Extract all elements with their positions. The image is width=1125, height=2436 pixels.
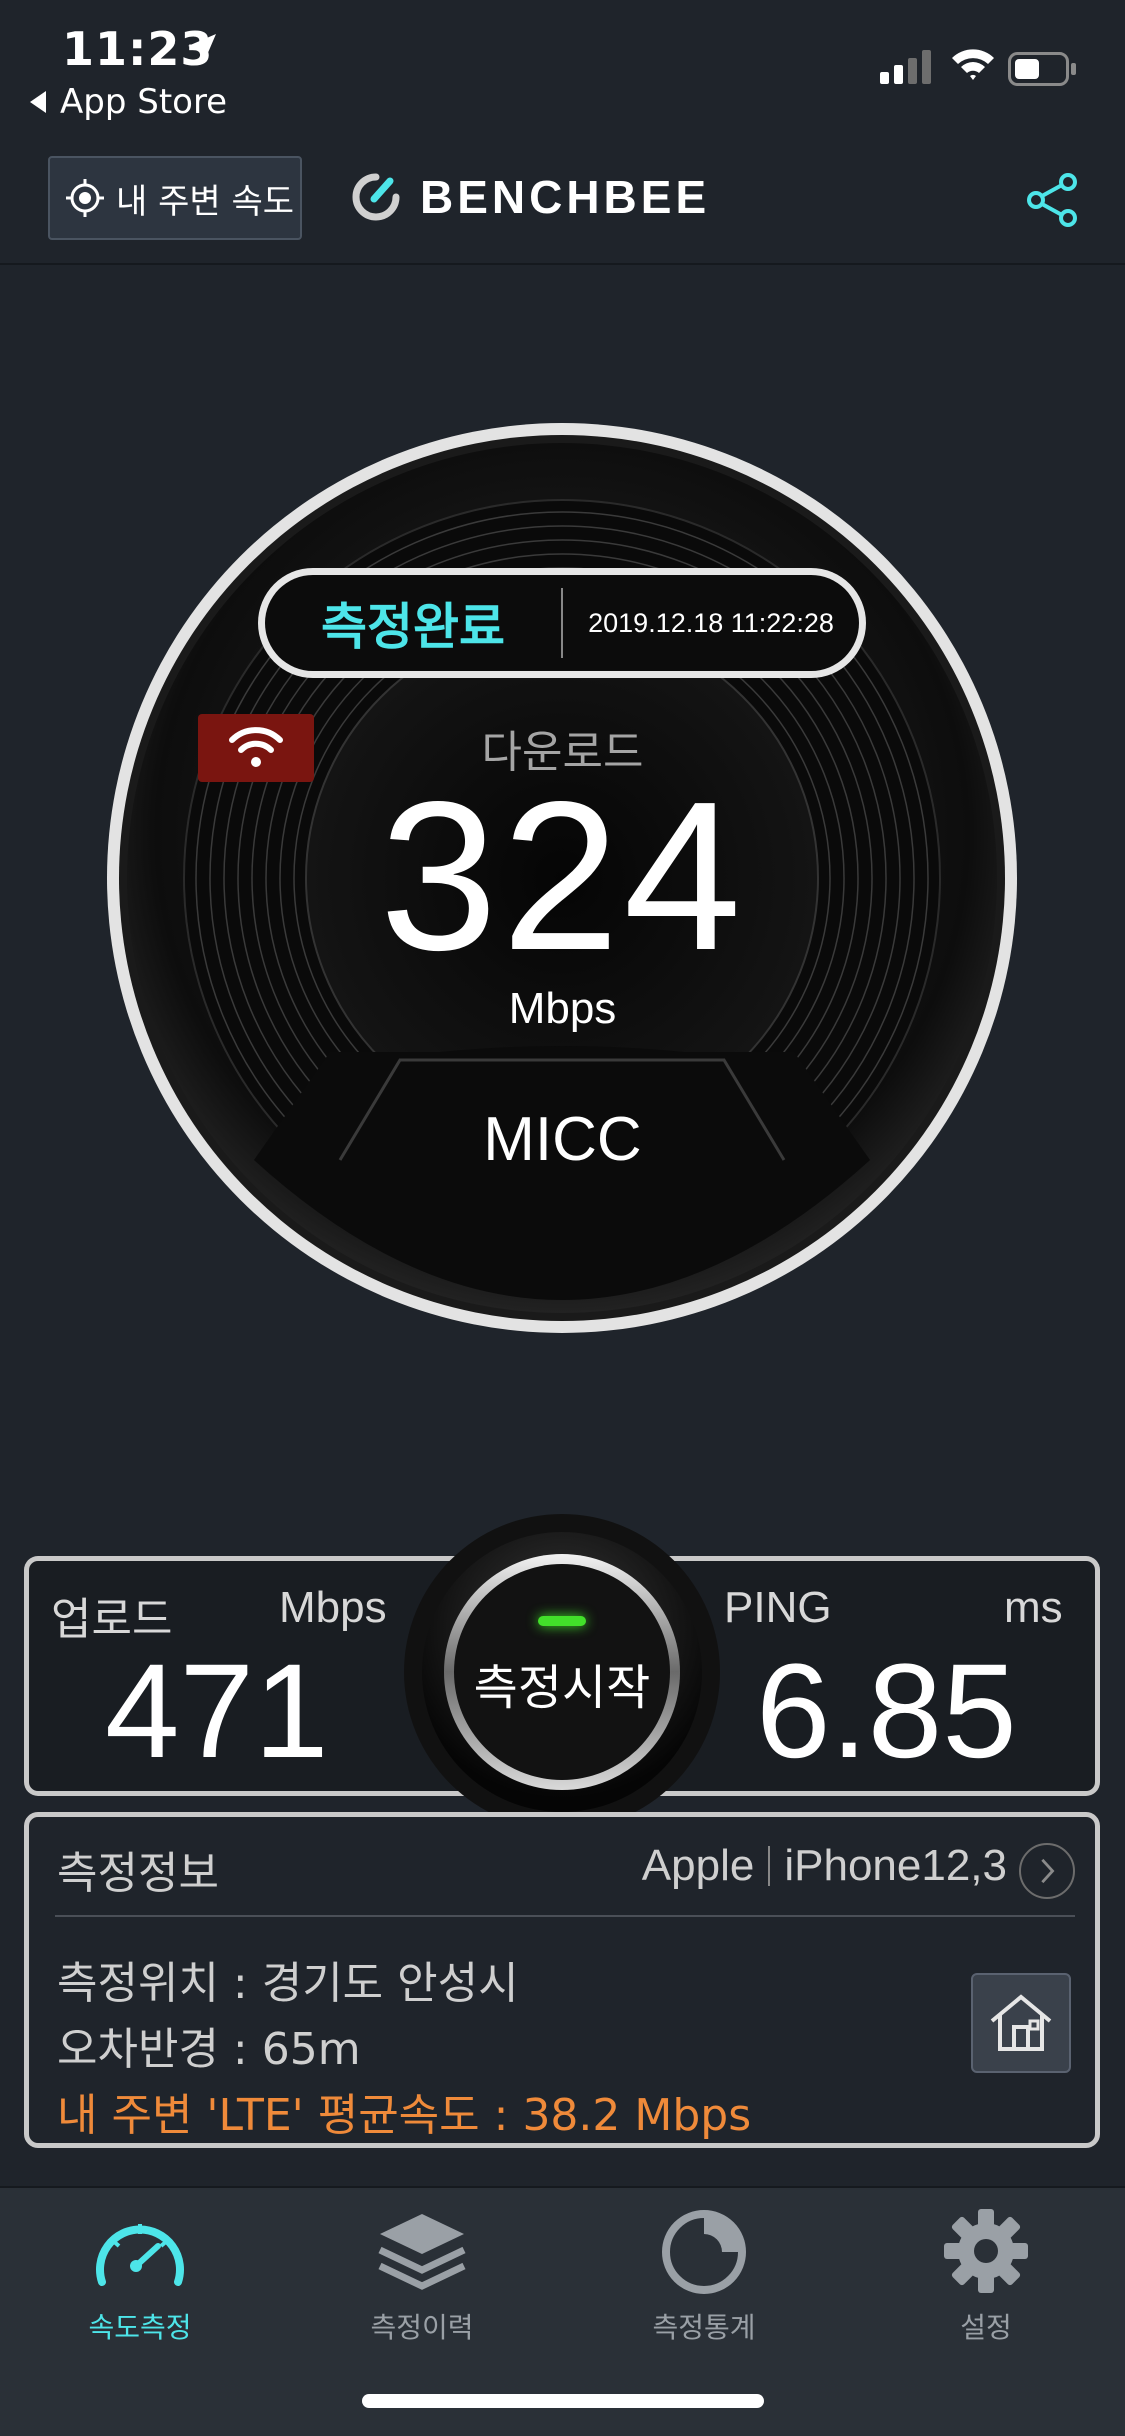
benchbee-logo-icon (352, 173, 400, 221)
device-info: Apple iPhone12,3 (642, 1841, 1007, 1891)
nearby-speed-button[interactable]: 내 주변 속도 (48, 156, 302, 240)
upload-panel: 업로드 Mbps 471 (24, 1556, 464, 1796)
ping-unit: ms (1004, 1583, 1063, 1632)
download-unit: Mbps (508, 984, 617, 1033)
info-title: 측정정보 (57, 1848, 219, 1899)
tab-statistics-label: 측정통계 (652, 2311, 756, 2344)
app-header: 내 주변 속도 BENCHBEE (0, 140, 1125, 265)
nearby-average-speed: 내 주변 'LTE' 평균속도 : 38.2 Mbps (57, 2090, 752, 2141)
chevron-right-icon[interactable] (1019, 1843, 1075, 1899)
measurement-complete-banner: 측정완료 2019.12.18 11:22:28 (258, 568, 866, 678)
back-triangle-icon (30, 91, 46, 113)
ping-value: 6.85 (756, 1637, 1017, 1786)
speedometer-icon (96, 2224, 184, 2286)
device-divider (768, 1846, 771, 1886)
brand: BENCHBEE (350, 170, 710, 224)
tab-speed-test[interactable]: 속도측정 (30, 2206, 250, 2356)
share-icon[interactable] (1022, 170, 1082, 230)
home-network-button[interactable] (971, 1973, 1071, 2073)
status-led (538, 1616, 586, 1626)
house-icon (990, 1994, 1052, 2051)
start-measurement-label: 측정시작 (473, 1660, 651, 1716)
info-divider (55, 1915, 1075, 1917)
tab-statistics[interactable]: 측정통계 (594, 2206, 814, 2356)
back-to-app-link[interactable]: App Store (30, 82, 227, 122)
status-bar: 11:23 App Store (0, 0, 1125, 130)
tab-speed-test-label: 속도측정 (88, 2311, 192, 2344)
ping-panel: PING ms 6.85 (658, 1556, 1100, 1796)
error-radius: 오차반경 : 65m (57, 2024, 361, 2075)
status-label: 측정완료 (321, 598, 505, 656)
download-value: 324 (379, 757, 746, 994)
wifi-status-icon (952, 49, 994, 80)
device-model: iPhone12,3 (784, 1841, 1007, 1890)
tab-history[interactable]: 측정이력 (312, 2206, 532, 2356)
back-app-label: App Store (60, 82, 228, 122)
home-indicator[interactable] (362, 2394, 764, 2408)
stats-icon (662, 2210, 746, 2294)
carrier-name: MICC (483, 1105, 642, 1174)
device-brand: Apple (641, 1841, 755, 1890)
measurement-info-card: 측정정보 Apple iPhone12,3 측정위치 : 경기도 안성시 오차반… (24, 1812, 1100, 2148)
tab-settings-label: 설정 (960, 2311, 1012, 2344)
ping-label: PING (724, 1583, 832, 1632)
location-arrow-icon (188, 34, 216, 62)
nearby-speed-label: 내 주변 속도 (116, 181, 295, 222)
measurement-timestamp: 2019.12.18 11:22:28 (588, 607, 834, 638)
upload-unit: Mbps (279, 1583, 387, 1632)
layers-icon (378, 2214, 466, 2290)
battery-icon (1008, 52, 1076, 86)
upload-value: 471 (105, 1637, 329, 1786)
cellular-signal-icon (880, 50, 931, 84)
gear-icon (944, 2209, 1028, 2293)
tab-settings[interactable]: 설정 (876, 2206, 1096, 2356)
measurement-location: 측정위치 : 경기도 안성시 (57, 1958, 519, 2009)
tab-history-label: 측정이력 (370, 2311, 474, 2344)
brand-name: BENCHBEE (420, 171, 711, 223)
crosshair-icon (66, 179, 104, 217)
